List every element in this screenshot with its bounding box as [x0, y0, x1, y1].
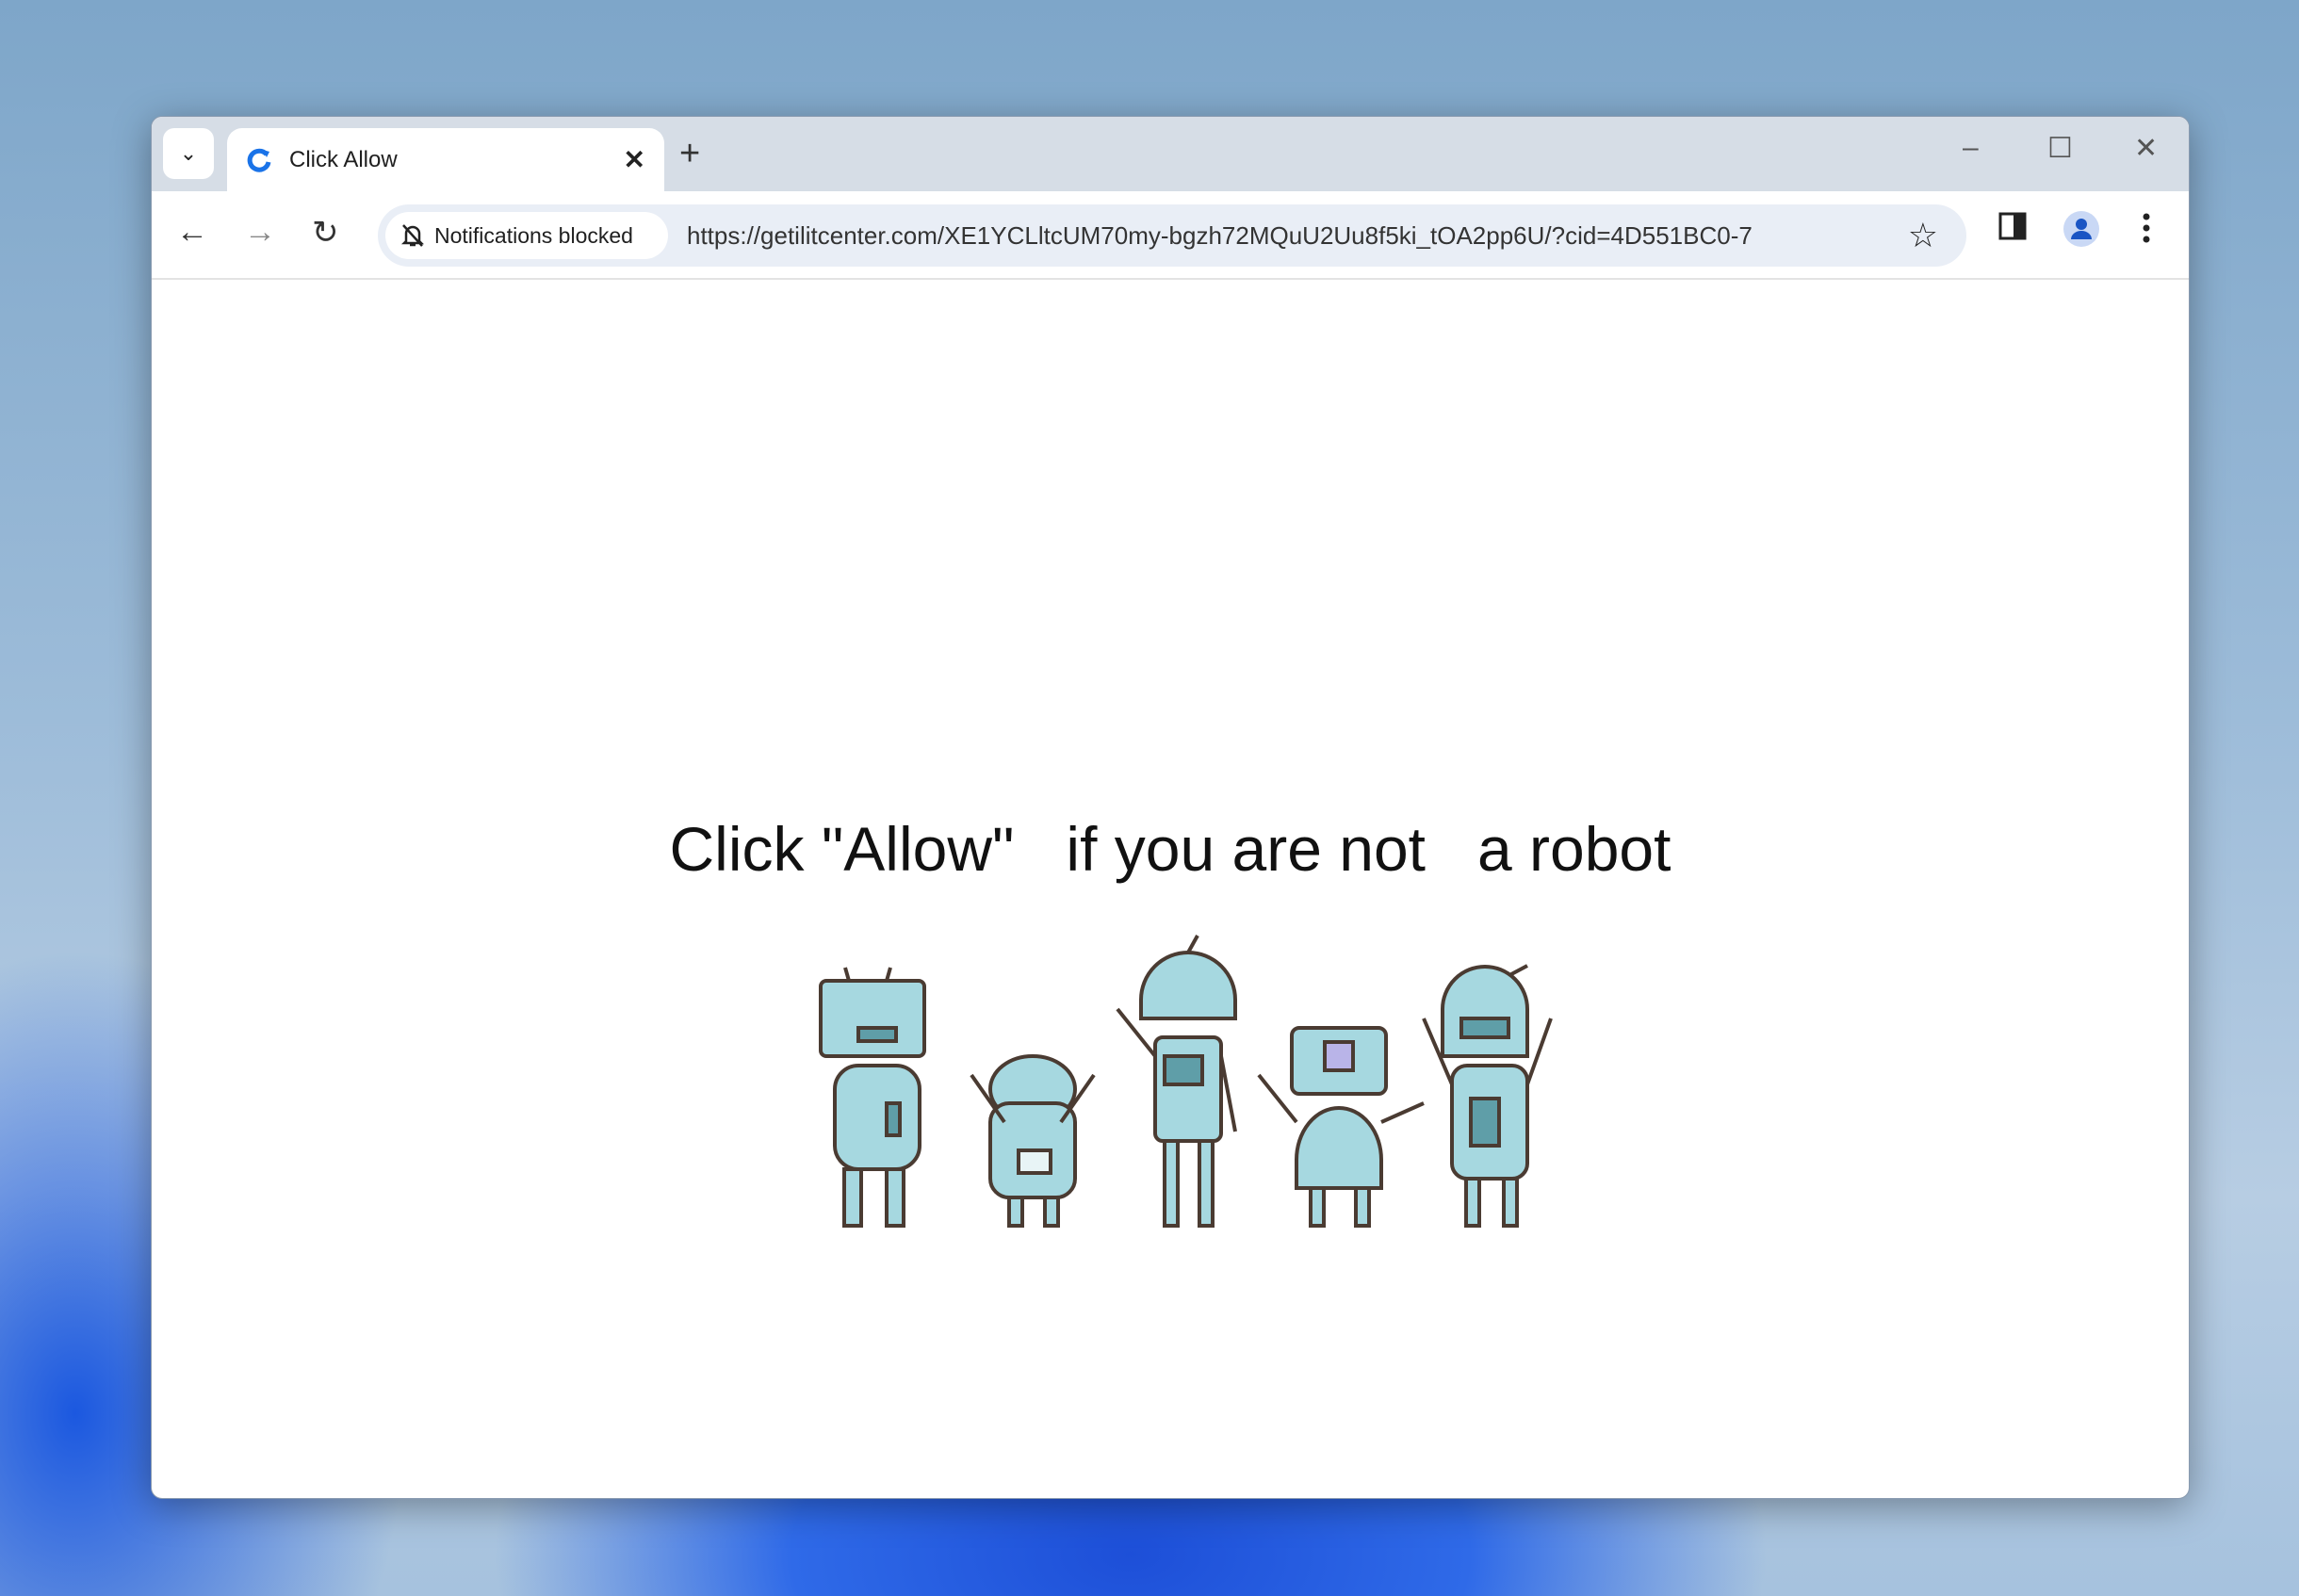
tab-click-allow[interactable]: Click Allow ✕ [227, 128, 664, 191]
profile-avatar-icon[interactable] [2063, 210, 2100, 248]
page-headline: Click "Allow" if you are not a robot [669, 814, 1671, 884]
tab-title: Click Allow [289, 146, 398, 172]
address-bar[interactable]: Notifications blocked https://getilitcen… [378, 204, 1966, 267]
chip-label: Notifications blocked [434, 222, 633, 248]
robot-5 [1422, 964, 1553, 1228]
chevron-down-icon: ⌄ [179, 141, 198, 165]
toolbar: ← → ↻ Notifications blocked https://geti… [152, 191, 2189, 280]
notifications-blocked-chip[interactable]: Notifications blocked [385, 212, 668, 259]
close-window-button[interactable]: ✕ [2134, 132, 2158, 165]
side-panel-icon[interactable] [1998, 212, 2027, 240]
loading-favicon-icon [247, 148, 271, 172]
robot-1 [819, 967, 926, 1228]
bell-off-icon [400, 224, 425, 247]
browser-window: ⌄ Click Allow ✕ + – ☐ ✕ ← → ↻ Notificati… [151, 116, 2190, 1499]
forward-button[interactable]: → [244, 214, 276, 251]
page-content: Click "Allow" if you are not a robot [152, 280, 2189, 1498]
back-button[interactable]: ← [176, 214, 208, 251]
robot-2 [970, 1054, 1096, 1228]
new-tab-button[interactable]: + [679, 134, 700, 174]
reload-button[interactable]: ↻ [312, 214, 339, 252]
minimize-button[interactable]: – [1963, 132, 1979, 164]
bookmark-star-icon[interactable]: ☆ [1908, 216, 1938, 255]
robot-3 [1116, 935, 1237, 1228]
tab-close-icon[interactable]: ✕ [624, 144, 645, 175]
robot-4 [1257, 1026, 1425, 1228]
robots-illustration [819, 935, 1553, 1228]
more-menu-icon[interactable] [2142, 212, 2151, 244]
tab-search-button[interactable]: ⌄ [163, 128, 214, 179]
tab-strip: ⌄ Click Allow ✕ + – ☐ ✕ [152, 117, 2189, 191]
maximize-button[interactable]: ☐ [2047, 132, 2073, 165]
url-text[interactable]: https://getilitcenter.com/XE1YCLltcUM70m… [687, 221, 1753, 251]
